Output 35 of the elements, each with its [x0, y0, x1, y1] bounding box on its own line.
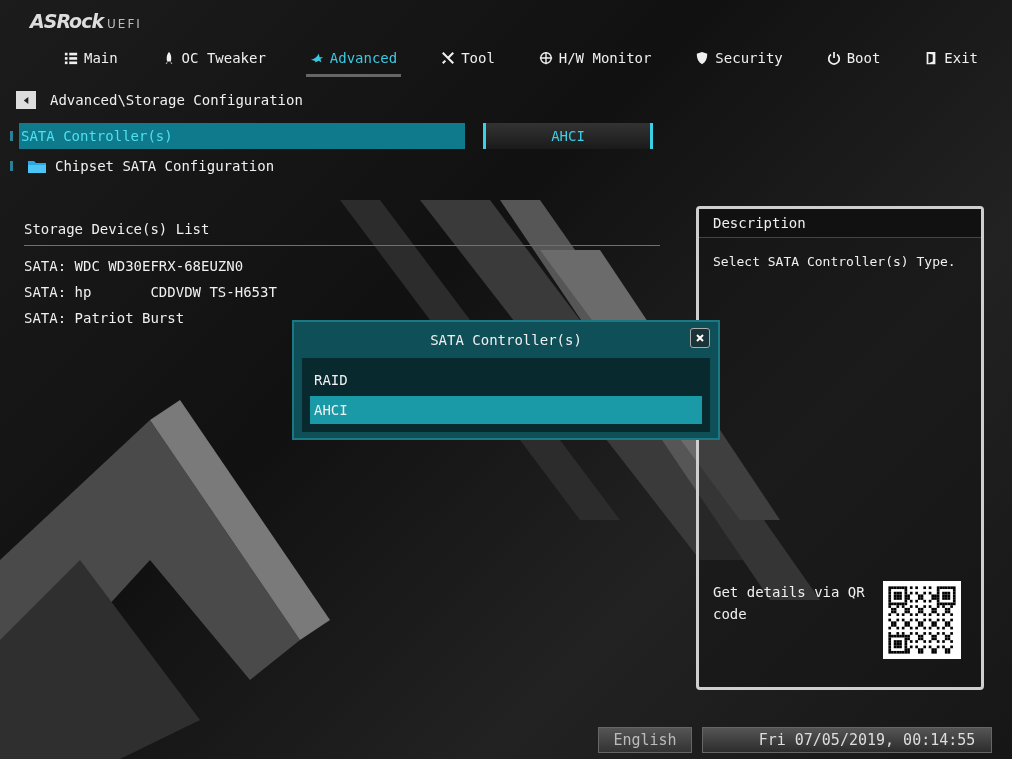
folder-icon: [27, 158, 47, 174]
device-entry: SATA: Patriot Burst: [24, 310, 186, 328]
qr-caption: Get details via QR code: [713, 583, 866, 624]
power-icon: [826, 51, 841, 65]
value-button[interactable]: AHCI: [483, 123, 653, 149]
menu-tab[interactable]: Advanced: [305, 46, 402, 77]
breadcrumb: Advanced\Storage Configuration: [50, 92, 303, 108]
back-button[interactable]: [16, 91, 36, 109]
brand-logo: ASRock: [30, 10, 104, 32]
menu-tab[interactable]: Exit: [920, 46, 982, 77]
menu-tab[interactable]: H/W Monitor: [534, 46, 656, 77]
panel-title: Description: [699, 209, 981, 238]
setting-item[interactable]: Chipset SATA Configuration: [19, 153, 465, 179]
dialog-title: SATA Controller(s): [430, 332, 582, 348]
row-marker: [10, 161, 13, 171]
list-icon: [64, 51, 78, 65]
device-entry: SATA: hp CDDVDW TS-H653T: [24, 284, 278, 302]
description-text: Select SATA Controller(s) Type.: [712, 253, 957, 271]
menu-tab[interactable]: Tool: [437, 46, 499, 77]
close-icon: [695, 333, 705, 343]
crosshair-icon: [538, 51, 553, 65]
date-time: Fri 07/05/2019, 00:14:55: [702, 727, 992, 753]
brand-suffix: UEFI: [107, 17, 142, 31]
menu-tab[interactable]: OC Tweaker: [157, 46, 270, 77]
section-title: Storage Device(s) List: [24, 221, 211, 239]
menu-tab[interactable]: Security: [691, 46, 787, 77]
dialog-option[interactable]: RAID: [310, 366, 702, 394]
menu-tab[interactable]: Boot: [822, 46, 885, 77]
close-button[interactable]: [690, 328, 710, 348]
shield-icon: [695, 51, 710, 65]
row-marker: [10, 131, 13, 141]
language-button[interactable]: English: [598, 727, 692, 753]
device-entry: SATA: WDC WD30EFRX-68EUZN0: [24, 258, 245, 276]
caret-icon: [21, 95, 31, 105]
menu-tab[interactable]: Main: [60, 46, 122, 77]
